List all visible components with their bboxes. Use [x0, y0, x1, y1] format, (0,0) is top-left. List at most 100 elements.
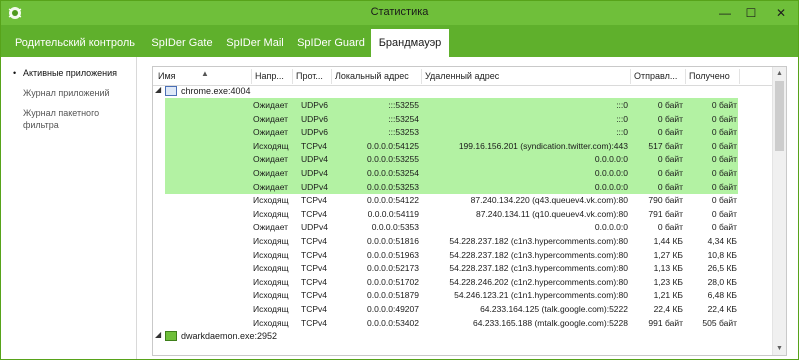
cell-remote-address: 87.240.134.220 (q43.queuev4.vk.com):80 [470, 195, 628, 206]
group-label: dwarkdaemon.exe:2952 [181, 331, 278, 341]
cell-direction: Исходящ [253, 304, 289, 314]
cell-local-address: 0.0.0.0:51702 [367, 276, 419, 287]
tab-firewall[interactable]: Брандмауэр [371, 29, 449, 57]
cell-direction: Ожидает [253, 154, 289, 165]
cell-protocol: TCPv4 [301, 276, 327, 287]
sidebar-item-active-apps[interactable]: • Активные приложения [1, 67, 137, 79]
table-row[interactable]: Исходящ TCPv4 0.0.0.0:49207 64.233.164.125 … [153, 302, 773, 316]
group-row-dwarkdaemon[interactable]: ◢ dwarkdaemon.exe:2952 [153, 329, 773, 343]
cell-protocol: UDPv6 [301, 127, 328, 138]
table-row[interactable]: Ожидает UDPv4 0.0.0.0:53253 0.0.0.0:0 0 байт… [153, 179, 773, 194]
cell-direction: Исходящ [253, 195, 289, 206]
cell-sent: 991 байт [648, 317, 683, 328]
browser-window-icon [165, 86, 177, 96]
scroll-up-arrow-icon[interactable]: ▲ [773, 67, 786, 80]
table-row[interactable]: Исходящ TCPv4 0.0.0.0:51879 54.246.123.21 (… [153, 288, 773, 302]
table-row[interactable]: Исходящ TCPv4 0.0.0.0:54122 87.240.134.220 … [153, 193, 773, 207]
cell-direction: Ожидает [253, 168, 289, 178]
scroll-down-arrow-icon[interactable]: ▼ [773, 342, 786, 355]
drweb-app-icon [165, 331, 177, 341]
cell-sent: 790 байт [648, 195, 683, 206]
scrollbar-thumb[interactable] [775, 81, 784, 151]
cell-remote-address: 87.240.134.11 (q10.queuev4.vk.com):80 [475, 208, 628, 219]
table-row[interactable]: Ожидает UDPv4 0.0.0.0:53255 0.0.0.0:0 0 байт… [153, 152, 773, 167]
cell-protocol: UDPv4 [301, 154, 328, 165]
column-divider[interactable] [292, 69, 293, 84]
cell-received: 0 байт [711, 154, 737, 165]
connections-table: Имя ▲ Напр... Прот... Локальный адрес Уд… [152, 66, 787, 356]
cell-direction: Ожидает [253, 127, 289, 138]
cell-received: 6,48 КБ [707, 290, 737, 301]
tab-spider-gate[interactable]: SpIDer Gate [145, 29, 219, 57]
group-row-chrome[interactable]: ◢ chrome.exe:4004 [153, 84, 773, 98]
collapse-triangle-icon[interactable]: ◢ [155, 85, 161, 94]
cell-sent: 0 байт [657, 222, 683, 233]
cell-direction: Ожидает [253, 100, 289, 110]
cell-sent: 0 байт [657, 100, 683, 110]
column-divider[interactable] [421, 69, 422, 84]
collapse-triangle-icon[interactable]: ◢ [155, 330, 161, 339]
cell-direction: Исходящ [253, 263, 289, 274]
cell-received: 0 байт [711, 195, 737, 206]
cell-local-address: 0.0.0.0:51816 [367, 236, 419, 246]
sidebar-item-label: Журнал пакетного фильтра [23, 108, 100, 130]
table-row[interactable]: Исходящ TCPv4 0.0.0.0:54119 87.240.134.11 (… [153, 207, 773, 221]
cell-protocol: TCPv4 [301, 236, 327, 246]
table-row[interactable]: Исходящ TCPv4 0.0.0.0:51702 54.228.246.202 … [153, 275, 773, 289]
cell-remote-address: 54.228.246.202 (c1n2.hypercomments.com):… [449, 276, 628, 287]
maximize-button[interactable]: ☐ [738, 1, 764, 25]
sidebar-item-app-log[interactable]: Журнал приложений [1, 87, 137, 99]
cell-protocol: UDPv6 [301, 113, 328, 124]
tab-bar: Родительский контроль SpIDer Gate SpIDer… [1, 25, 798, 57]
cell-sent: 22,4 КБ [653, 304, 683, 314]
table-row[interactable]: Исходящ TCPv4 0.0.0.0:51816 54.228.237.182 … [153, 234, 773, 248]
column-divider[interactable] [739, 69, 740, 84]
cell-protocol: TCPv4 [301, 290, 327, 301]
column-divider[interactable] [630, 69, 631, 84]
sidebar-item-packet-filter-log[interactable]: Журнал пакетного фильтра [1, 107, 121, 131]
tab-parental-control[interactable]: Родительский контроль [5, 29, 145, 57]
cell-protocol: TCPv4 [301, 140, 327, 151]
cell-local-address: 0.0.0.0:54125 [367, 140, 419, 151]
table-row[interactable]: Исходящ TCPv4 0.0.0.0:54125 199.16.156.201 … [153, 138, 773, 153]
active-bullet-icon: • [13, 68, 17, 78]
cell-direction: Исходящ [253, 236, 289, 246]
title-bar[interactable]: Статистика — ☐ ✕ [1, 1, 798, 25]
cell-sent: 0 байт [657, 113, 683, 124]
cell-direction: Исходящ [253, 208, 289, 219]
table-row[interactable]: Исходящ TCPv4 0.0.0.0:53402 64.233.165.188 … [153, 316, 773, 330]
cell-local-address: :::53253 [388, 127, 419, 138]
table-row[interactable]: Ожидает UDPv6:::53255:::0 0 байт 0 байт [153, 98, 773, 112]
table-row[interactable]: Ожидает UDPv6:::53254:::0 0 байт 0 байт [153, 111, 773, 126]
cell-direction: Ожидает [253, 113, 289, 124]
cell-remote-address: 54.228.237.182 (c1n3.hypercomments.com):… [449, 236, 628, 246]
cell-sent: 0 байт [657, 154, 683, 165]
cell-sent: 0 байт [657, 168, 683, 178]
table-row[interactable]: Ожидает UDPv4 0.0.0.0:53254 0.0.0.0:0 0 байт… [153, 166, 773, 180]
column-divider[interactable] [331, 69, 332, 84]
vertical-scrollbar[interactable]: ▲ ▼ [772, 67, 786, 355]
table-row[interactable]: Исходящ TCPv4 0.0.0.0:51963 54.228.237.182 … [153, 248, 773, 262]
cell-local-address: 0.0.0.0:51963 [367, 249, 419, 260]
cell-local-address: 0.0.0.0:51879 [367, 290, 419, 301]
cell-direction: Исходящ [253, 276, 289, 287]
table-row[interactable]: Ожидает UDPv6:::53253:::0 0 байт 0 байт [153, 125, 773, 140]
table-row[interactable]: Исходящ TCPv4 0.0.0.0:52173 54.228.237.182 … [153, 261, 773, 275]
cell-received: 0 байт [711, 222, 737, 233]
cell-sent: 1,23 КБ [653, 276, 683, 287]
cell-received: 0 байт [711, 181, 737, 192]
column-divider[interactable] [251, 69, 252, 84]
table-row[interactable]: Ожидает UDPv4 0.0.0.0:5353 0.0.0.0:0 0 байт 0… [153, 220, 773, 234]
cell-local-address: 0.0.0.0:53253 [367, 181, 419, 192]
minimize-button[interactable]: — [712, 1, 738, 25]
tab-spider-mail[interactable]: SpIDer Mail [219, 29, 291, 57]
cell-direction: Ожидает [253, 181, 289, 192]
tab-spider-guard[interactable]: SpIDer Guard [291, 29, 371, 57]
cell-received: 26,5 КБ [707, 263, 737, 274]
cell-direction: Исходящ [253, 317, 289, 328]
cell-received: 505 байт [702, 317, 737, 328]
column-divider[interactable] [685, 69, 686, 84]
sidebar: • Активные приложения Журнал приложений … [1, 57, 137, 359]
close-button[interactable]: ✕ [766, 1, 796, 25]
cell-local-address: 0.0.0.0:53254 [367, 168, 419, 178]
